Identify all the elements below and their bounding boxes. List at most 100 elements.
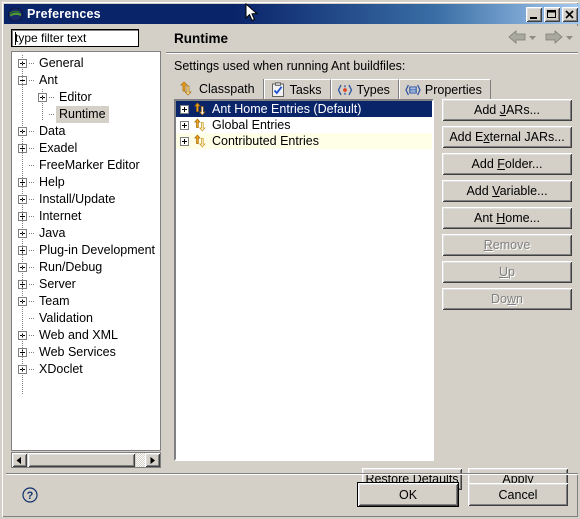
tab-types[interactable]: Types — [330, 79, 399, 99]
add-external-jars-button[interactable]: Add External JARs... — [442, 126, 572, 148]
sidebar-item-help[interactable]: Help — [12, 174, 160, 191]
add-folder-button[interactable]: Add Folder... — [442, 153, 572, 175]
tab-tasks[interactable]: Tasks — [263, 79, 331, 99]
tree-connector — [49, 97, 55, 98]
sidebar-item-label: Team — [39, 294, 70, 308]
sidebar-item-label: Run/Debug — [39, 260, 103, 274]
button-label: Add External JARs... — [449, 130, 565, 144]
tree-connector — [29, 80, 35, 81]
tab-label: Tasks — [289, 82, 322, 97]
sidebar-item-label: Web and XML — [39, 328, 118, 342]
tree-guide-line — [42, 89, 43, 121]
ant-home-button[interactable]: Ant Home... — [442, 207, 572, 229]
sidebar-item-editor[interactable]: Editor — [12, 89, 160, 106]
sidebar-item-label: Validation — [39, 311, 93, 325]
sidebar-item-data[interactable]: Data — [12, 123, 160, 140]
scroll-thumb[interactable] — [28, 453, 135, 467]
classpath-list-panel[interactable]: Ant Home Entries (Default) Global Entries… — [174, 99, 434, 461]
ok-button[interactable]: OK — [358, 483, 458, 506]
filter-text-box[interactable] — [11, 29, 139, 47]
tree-connector — [29, 352, 35, 353]
tree-connector — [29, 131, 35, 132]
expand-plus-icon[interactable] — [180, 104, 189, 114]
sidebar-item-runtime[interactable]: Runtime — [12, 106, 160, 123]
cancel-button[interactable]: Cancel — [468, 483, 568, 506]
sidebar-item-team[interactable]: Team — [12, 293, 160, 310]
back-arrow-icon[interactable] — [508, 30, 526, 44]
ok-cancel-buttons: OK Cancel — [358, 483, 568, 506]
sidebar-item-label: Runtime — [56, 106, 109, 123]
sidebar-item-install-update[interactable]: Install/Update — [12, 191, 160, 208]
ant-home-icon — [193, 102, 209, 116]
sidebar-item-freemarker-editor[interactable]: FreeMarker Editor — [12, 157, 160, 174]
button-label: Add Folder... — [471, 157, 543, 171]
page-title: Runtime — [174, 31, 228, 46]
tab-properties[interactable]: Properties — [398, 79, 491, 99]
button-label: Add JARs... — [473, 103, 540, 117]
minimize-button[interactable] — [526, 6, 542, 22]
tree-connector — [29, 267, 35, 268]
button-label: Ant Home... — [473, 211, 541, 225]
sidebar-item-ant[interactable]: Ant — [12, 72, 160, 89]
tree-connector — [29, 233, 35, 234]
tree-guide-line — [22, 55, 23, 395]
scroll-right-arrow-icon[interactable] — [145, 453, 160, 467]
classpath-entry-row[interactable]: Global Entries — [176, 117, 432, 133]
expand-plus-icon[interactable] — [180, 136, 189, 146]
tree-connector — [29, 148, 35, 149]
sidebar-item-web-and-xml[interactable]: Web and XML — [12, 327, 160, 344]
classpath-entry-label: Global Entries — [212, 118, 291, 132]
ant-classpath-icon — [179, 81, 195, 97]
tab-label: Classpath — [199, 82, 255, 96]
tab-strip: Classpath Tasks Types Properties — [174, 79, 572, 99]
tree-horizontal-scrollbar[interactable] — [11, 452, 161, 468]
search-input[interactable] — [12, 31, 137, 45]
sidebar-item-internet[interactable]: Internet — [12, 208, 160, 225]
scroll-track[interactable] — [136, 453, 145, 467]
expand-plus-icon[interactable] — [180, 120, 189, 130]
sidebar-item-run-debug[interactable]: Run/Debug — [12, 259, 160, 276]
tree-connector — [29, 199, 35, 200]
tree-connector — [29, 165, 35, 166]
classpath-entry-row[interactable]: Ant Home Entries (Default) — [176, 101, 432, 117]
title-bar[interactable]: Preferences — [4, 4, 580, 24]
button-label: Down — [491, 292, 523, 306]
sidebar-item-label: Editor — [59, 90, 92, 104]
tree-connector — [49, 114, 55, 115]
sidebar-item-server[interactable]: Server — [12, 276, 160, 293]
sidebar-item-label: Web Services — [39, 345, 116, 359]
scroll-left-arrow-icon[interactable] — [12, 453, 27, 467]
forward-arrow-icon[interactable] — [545, 30, 563, 44]
sidebar-item-java[interactable]: Java — [12, 225, 160, 242]
sidebar-item-exadel[interactable]: Exadel — [12, 140, 160, 157]
preferences-tree-panel[interactable]: General Ant Editor Runtime Data Exadel FreeMar… — [11, 51, 161, 451]
sidebar-item-label: Java — [39, 226, 66, 240]
page-description: Settings used when running Ant buildfile… — [174, 59, 406, 73]
sidebar-item-web-services[interactable]: Web Services — [12, 344, 160, 361]
sidebar-item-general[interactable]: General — [12, 55, 160, 72]
classpath-entry-row[interactable]: Contributed Entries — [176, 133, 432, 149]
sidebar-item-label: Internet — [39, 209, 82, 223]
close-button[interactable] — [562, 6, 578, 22]
sidebar-item-plug-in-development[interactable]: Plug-in Development — [12, 242, 160, 259]
sidebar-item-xdoclet[interactable]: XDoclet — [12, 361, 160, 378]
dialog-footer: ? OK Cancel — [6, 476, 578, 517]
tree-connector — [29, 284, 35, 285]
sidebar-item-label: Help — [39, 175, 65, 189]
sidebar-item-validation[interactable]: Validation — [12, 310, 160, 327]
down-button: Down — [442, 288, 572, 310]
tree-connector — [29, 318, 35, 319]
forward-dropdown-chevron-down-icon[interactable] — [565, 33, 574, 42]
footer-divider — [6, 473, 578, 475]
sidebar-item-label: Server — [39, 277, 76, 291]
tree-connector — [29, 216, 35, 217]
classpath-action-buttons: Add JARs... Add External JARs... Add Folde… — [442, 99, 572, 310]
button-label: OK — [398, 487, 418, 502]
preferences-dialog: Preferences GeneralAntEditorRuntimeDataE… — [0, 0, 580, 519]
help-question-icon[interactable]: ? — [22, 487, 38, 503]
add-jars-button[interactable]: Add JARs... — [442, 99, 572, 121]
add-variable-button[interactable]: Add Variable... — [442, 180, 572, 202]
back-dropdown-chevron-down-icon[interactable] — [528, 33, 537, 42]
tab-classpath[interactable]: Classpath — [174, 79, 264, 99]
maximize-button[interactable] — [544, 6, 560, 22]
